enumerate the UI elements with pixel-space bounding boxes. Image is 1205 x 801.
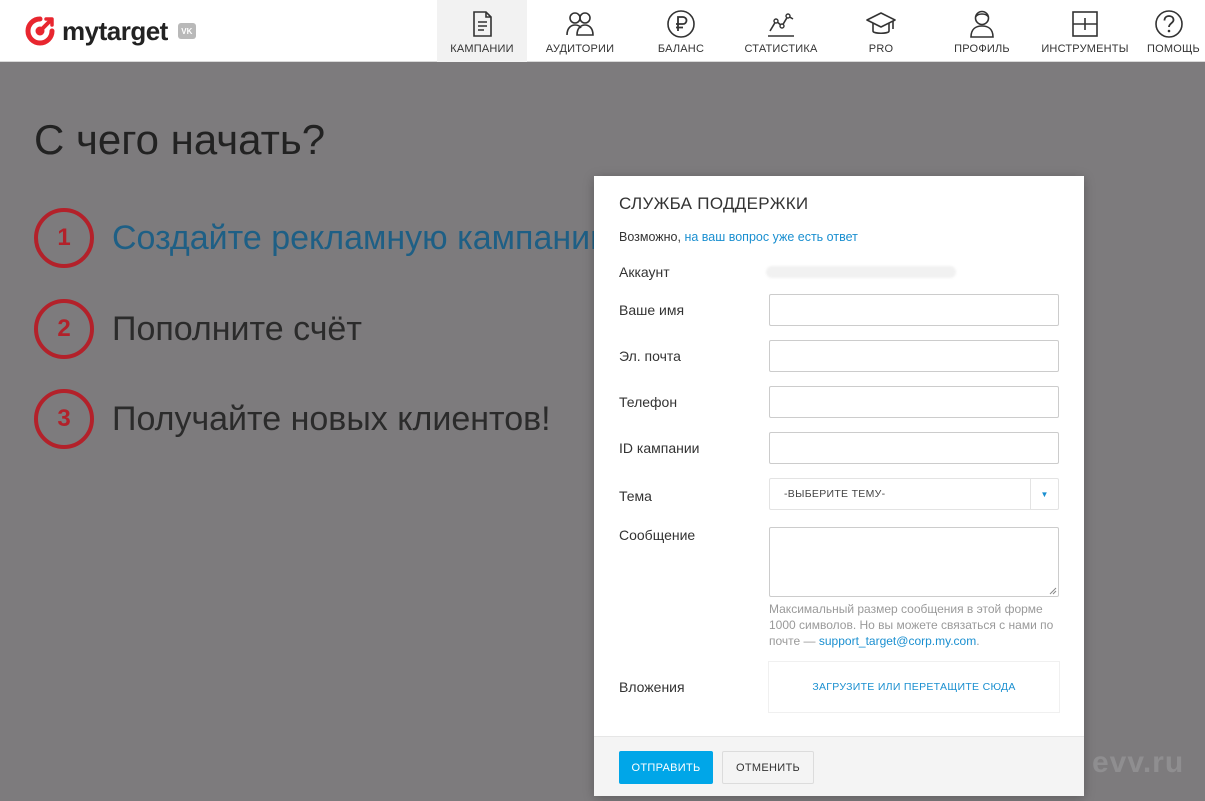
name-input[interactable] (769, 294, 1059, 326)
note-end: . (976, 634, 980, 648)
nav-campaigns[interactable]: КАМПАНИИ (437, 0, 527, 62)
nav-label: БАЛАНС (657, 43, 705, 55)
email-label: Эл. почта (619, 348, 681, 364)
account-label: Аккаунт (619, 264, 670, 280)
nav-profile[interactable]: ПРОФИЛЬ (929, 0, 1035, 62)
hint-prefix: Возможно, (619, 230, 685, 244)
account-value-redacted (766, 266, 956, 278)
email-input[interactable] (769, 340, 1059, 372)
message-label: Сообщение (619, 527, 696, 543)
step-3: 3 Получайте новых клиентов! (34, 388, 551, 450)
campaign-id-input[interactable] (769, 432, 1059, 464)
campaign-id-label: ID кампании (619, 440, 700, 456)
step-2: 2 Пополните счёт (34, 298, 362, 360)
modal-footer: ОТПРАВИТЬ ОТМЕНИТЬ (594, 736, 1084, 796)
faq-link[interactable]: на ваш вопрос уже есть ответ (684, 230, 857, 244)
graduation-cap-icon (866, 12, 896, 35)
message-textarea[interactable] (769, 527, 1059, 597)
nav-label: PRO (868, 43, 894, 55)
help-icon (1155, 10, 1183, 38)
attachments-label: Вложения (619, 679, 685, 695)
nav-balance[interactable]: БАЛАНС (633, 0, 729, 62)
caret-down-icon[interactable]: ▼ (1030, 478, 1058, 510)
tools-icon (1072, 11, 1098, 37)
create-campaign-link[interactable]: Создайте рекламную кампанию (112, 219, 616, 258)
step-text: Пополните счёт (112, 309, 362, 348)
campaigns-icon (473, 11, 492, 37)
logo-text: mytarget (62, 15, 168, 46)
topic-select-value: -ВЫБЕРИТЕ ТЕМУ- (784, 488, 886, 500)
nav-label: ПОМОЩЬ (1147, 43, 1200, 55)
step-number: 1 (34, 208, 94, 268)
step-number: 2 (34, 299, 94, 359)
step-1: 1 Создайте рекламную кампанию (34, 207, 616, 269)
nav-audiences[interactable]: АУДИТОРИИ (527, 0, 633, 62)
top-bar: mytarget VK КАМПАНИИ АУДИТОРИИ БАЛАНС СТ… (0, 0, 1205, 62)
watermark: evv.ru (1092, 746, 1185, 779)
main-nav: КАМПАНИИ АУДИТОРИИ БАЛАНС СТАТИСТИКА PRO… (437, 0, 1205, 62)
nav-pro[interactable]: PRO (833, 0, 929, 62)
nav-label: КАМПАНИИ (450, 43, 514, 55)
topic-select[interactable]: -ВЫБЕРИТЕ ТЕМУ- ▼ (769, 478, 1059, 510)
cancel-button[interactable]: ОТМЕНИТЬ (722, 751, 814, 784)
nav-tools[interactable]: ИНСТРУМЕНТЫ (1035, 0, 1135, 62)
step-number: 3 (34, 389, 94, 449)
nav-statistics[interactable]: СТАТИСТИКА (729, 0, 833, 62)
profile-icon (970, 10, 994, 38)
mytarget-logo-icon (24, 15, 56, 47)
ruble-icon (667, 10, 695, 38)
audiences-icon (566, 12, 594, 36)
phone-label: Телефон (619, 394, 678, 410)
step-text: Получайте новых клиентов! (112, 399, 551, 438)
attachments-dropzone[interactable]: ЗАГРУЗИТЕ ИЛИ ПЕРЕТАЩИТЕ СЮДА (769, 662, 1059, 712)
support-modal: СЛУЖБА ПОДДЕРЖКИ Возможно, на ваш вопрос… (594, 176, 1084, 796)
statistics-icon (768, 13, 794, 37)
phone-input[interactable] (769, 386, 1059, 418)
name-label: Ваше имя (619, 302, 685, 318)
page-title: С чего начать? (34, 116, 326, 163)
support-email-link[interactable]: support_target@corp.my.com (819, 634, 976, 648)
nav-label: ИНСТРУМЕНТЫ (1041, 43, 1129, 55)
resize-grip-icon[interactable] (1048, 586, 1057, 595)
nav-label: АУДИТОРИИ (545, 43, 615, 55)
modal-title: СЛУЖБА ПОДДЕРЖКИ (619, 194, 809, 213)
vk-badge: VK (177, 23, 196, 39)
modal-hint: Возможно, на ваш вопрос уже есть ответ (619, 230, 858, 244)
logo[interactable]: mytarget VK (24, 14, 196, 48)
message-note: Максимальный размер сообщения в этой фор… (769, 601, 1069, 649)
topic-label: Тема (619, 488, 652, 504)
submit-button[interactable]: ОТПРАВИТЬ (619, 751, 713, 784)
nav-label: СТАТИСТИКА (744, 43, 818, 55)
nav-label: ПРОФИЛЬ (954, 43, 1010, 55)
nav-help[interactable]: ПОМОЩЬ (1135, 0, 1205, 62)
